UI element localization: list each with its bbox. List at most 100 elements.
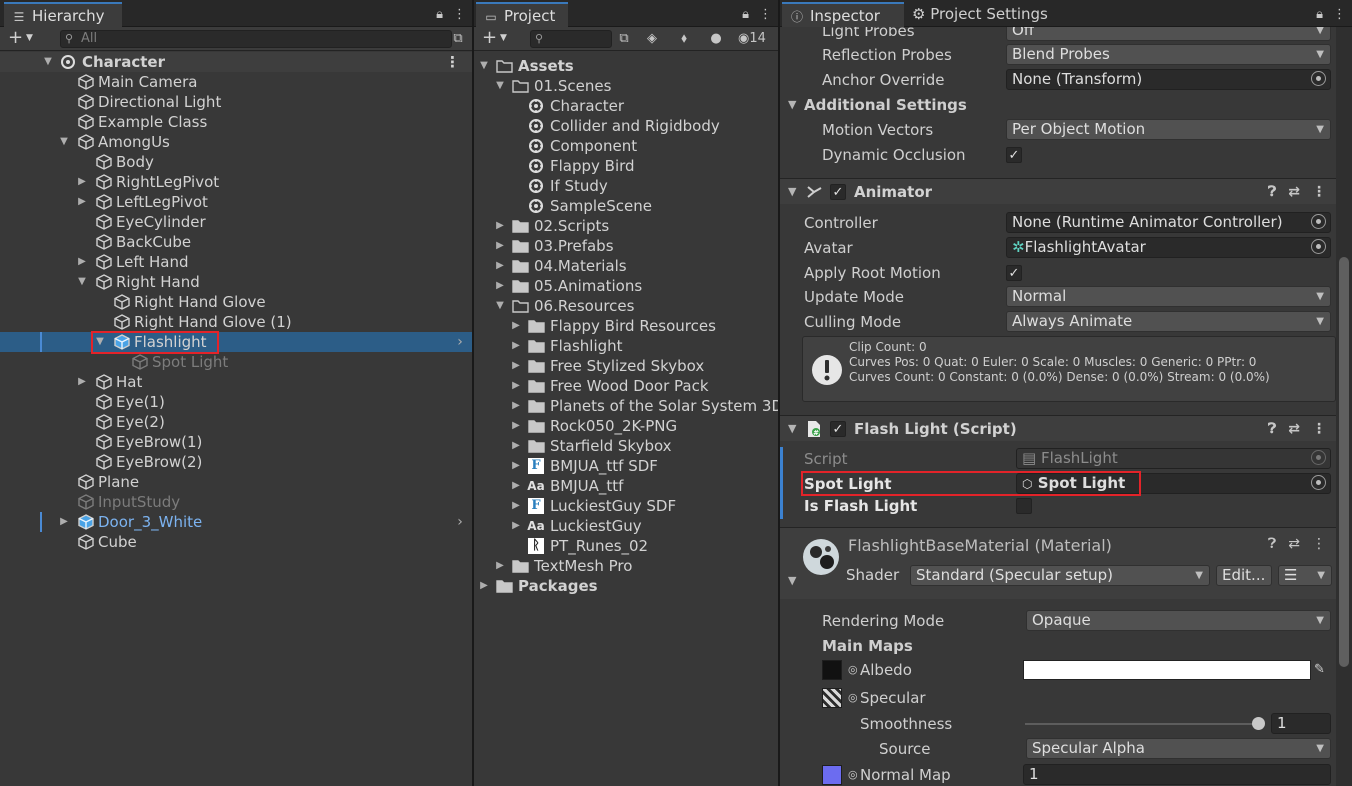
more-icon[interactable]: ⋮	[1312, 536, 1326, 552]
help-icon[interactable]: ❓︎	[1268, 179, 1276, 205]
expand-arrow-icon[interactable]: ▼	[478, 56, 490, 76]
smoothness-input[interactable]: 1	[1271, 713, 1331, 734]
spot-light-field[interactable]: ⬡ Spot Light	[1016, 473, 1331, 494]
texture-picker-icon[interactable]: ◎	[848, 686, 858, 710]
hierarchy-row[interactable]: Body	[0, 152, 472, 172]
anchor-override-field[interactable]: None (Transform)	[1006, 69, 1331, 90]
avatar-field[interactable]: ✲FlashlightAvatar	[1006, 237, 1331, 258]
project-folder-row[interactable]: ▼ Assets	[474, 56, 778, 76]
scrollbar-thumb[interactable]	[1339, 257, 1349, 667]
project-asset-row[interactable]: ▶ F BMJUA_ttf SDF	[474, 456, 778, 476]
expand-arrow-icon[interactable]: ▶	[510, 416, 522, 436]
hierarchy-row[interactable]: Example Class	[0, 112, 472, 132]
tab-inspector[interactable]: ⓘ Inspector	[782, 2, 904, 27]
hierarchy-row[interactable]: › ▶ Door_3_White	[0, 512, 472, 532]
expand-arrow-icon[interactable]: ▶	[494, 216, 506, 236]
project-asset-row[interactable]: If Study	[474, 176, 778, 196]
expand-arrow-icon[interactable]: ▶	[510, 336, 522, 356]
is-flash-light-checkbox[interactable]	[1016, 498, 1032, 514]
help-icon[interactable]: ❓︎	[1268, 536, 1276, 552]
tab-project[interactable]: ▭ Project	[476, 2, 568, 27]
culling-mode-dropdown[interactable]: Always Animate ▼	[1006, 311, 1331, 332]
more-icon[interactable]: ⋮	[453, 7, 466, 22]
expand-arrow-icon[interactable]: ▶	[494, 236, 506, 256]
controller-field[interactable]: None (Runtime Animator Controller)	[1006, 212, 1331, 233]
specular-texture-slot[interactable]	[822, 688, 842, 708]
project-search-input[interactable]: ⚲	[530, 30, 612, 48]
project-asset-row[interactable]: Collider and Rigidbody	[474, 116, 778, 136]
expand-arrow-icon[interactable]: ▼	[494, 76, 506, 96]
expand-arrow-icon[interactable]: ▶	[510, 456, 522, 476]
expand-arrow-icon[interactable]: ▼	[94, 332, 106, 352]
create-button[interactable]: + ▼	[482, 28, 507, 48]
expand-arrow-icon[interactable]: ▼	[58, 132, 70, 152]
inspector-scrollbar[interactable]	[1336, 27, 1352, 786]
chevron-right-icon[interactable]: ›	[454, 332, 466, 352]
expand-arrow-icon[interactable]: ▶	[76, 172, 88, 192]
hierarchy-row[interactable]: ▶ Hat	[0, 372, 472, 392]
more-icon[interactable]: ⋮	[759, 7, 772, 22]
hierarchy-row[interactable]: EyeBrow(2)	[0, 452, 472, 472]
albedo-color-swatch[interactable]	[1023, 660, 1311, 680]
expand-arrow-icon[interactable]: ▶	[510, 436, 522, 456]
project-asset-row[interactable]: ▶ Aa BMJUA_ttf	[474, 476, 778, 496]
scene-visibility-icon[interactable]: ⧉	[448, 30, 468, 48]
hierarchy-row[interactable]: Spot Light	[0, 352, 472, 372]
hierarchy-search-input[interactable]: ⚲ All	[60, 30, 452, 48]
project-folder-row[interactable]: ▶ 05.Animations	[474, 276, 778, 296]
scene-row[interactable]: ▼ Character ⋮	[0, 52, 472, 72]
scene-menu-icon[interactable]: ⋮	[445, 52, 460, 72]
chevron-right-icon[interactable]: ›	[454, 512, 466, 532]
expand-arrow-icon[interactable]: ▶	[510, 316, 522, 336]
hierarchy-row[interactable]: EyeCylinder	[0, 212, 472, 232]
filter-type-icon[interactable]: ◈	[642, 30, 662, 48]
hierarchy-row[interactable]: ▶ LeftLegPivot	[0, 192, 472, 212]
expand-arrow-icon[interactable]: ▶	[76, 192, 88, 212]
more-icon[interactable]: ⋮	[1333, 7, 1346, 22]
search-mode-icon[interactable]: ⧉	[614, 30, 634, 48]
project-folder-row[interactable]: ▼ 01.Scenes	[474, 76, 778, 96]
update-mode-dropdown[interactable]: Normal ▼	[1006, 286, 1331, 307]
project-asset-row[interactable]: ▶ Aa LuckiestGuy	[474, 516, 778, 536]
expand-arrow-icon[interactable]: ▼	[42, 52, 54, 72]
project-folder-row[interactable]: ▶ Free Stylized Skybox	[474, 356, 778, 376]
expand-arrow-icon[interactable]: ▶	[494, 556, 506, 576]
expand-arrow-icon[interactable]: ▼	[494, 296, 506, 316]
project-asset-row[interactable]: Character	[474, 96, 778, 116]
filter-label-icon[interactable]: ⬧	[674, 30, 694, 48]
albedo-texture-slot[interactable]	[822, 660, 842, 680]
project-folder-row[interactable]: ▼ 06.Resources	[474, 296, 778, 316]
source-dropdown[interactable]: Specular Alpha ▼	[1026, 738, 1331, 759]
help-icon[interactable]: ❓︎	[1268, 416, 1276, 442]
motion-vectors-dropdown[interactable]: Per Object Motion ▼	[1006, 119, 1331, 140]
presets-icon[interactable]: ⇄	[1288, 416, 1300, 442]
project-asset-row[interactable]: SampleScene	[474, 196, 778, 216]
object-picker-icon[interactable]	[1311, 71, 1326, 86]
expand-arrow-icon[interactable]: ▼	[76, 272, 88, 292]
expand-arrow-icon[interactable]: ▶	[510, 516, 522, 536]
project-folder-row[interactable]: ▶ Packages	[474, 576, 778, 596]
hierarchy-row[interactable]: Directional Light	[0, 92, 472, 112]
normal-map-scale-input[interactable]: 1	[1023, 764, 1331, 785]
project-folder-row[interactable]: ▶ Flashlight	[474, 336, 778, 356]
expand-arrow-icon[interactable]: ▶	[510, 476, 522, 496]
hierarchy-row[interactable]: › ▼ Flashlight	[0, 332, 472, 352]
flashlight-script-header[interactable]: ▼ # ✓ Flash Light (Script) ❓︎ ⇄ ⋮	[780, 415, 1336, 441]
dynamic-occlusion-checkbox[interactable]: ✓	[1006, 147, 1022, 163]
expand-arrow-icon[interactable]: ▶	[478, 576, 490, 596]
lock-icon[interactable]: 🔒︎	[436, 7, 443, 22]
reflection-probes-dropdown[interactable]: Blend Probes ▼	[1006, 44, 1331, 65]
texture-picker-icon[interactable]: ◎	[848, 763, 858, 786]
hierarchy-row[interactable]: Plane	[0, 472, 472, 492]
project-folder-row[interactable]: ▶ 04.Materials	[474, 256, 778, 276]
expand-arrow-icon[interactable]: ▶	[76, 252, 88, 272]
expand-arrow-icon[interactable]: ▶	[510, 356, 522, 376]
expand-arrow-icon[interactable]: ▶	[76, 372, 88, 392]
project-folder-row[interactable]: ▶ 02.Scripts	[474, 216, 778, 236]
project-folder-row[interactable]: ▶ TextMesh Pro	[474, 556, 778, 576]
animator-enable-checkbox[interactable]: ✓	[830, 184, 846, 200]
tab-hierarchy[interactable]: ☰ Hierarchy	[4, 2, 122, 27]
animator-header[interactable]: ▼ ✓ Animator ❓︎ ⇄ ⋮	[780, 178, 1336, 204]
expand-arrow-icon[interactable]: ▶	[510, 376, 522, 396]
hierarchy-row[interactable]: Right Hand Glove (1)	[0, 312, 472, 332]
